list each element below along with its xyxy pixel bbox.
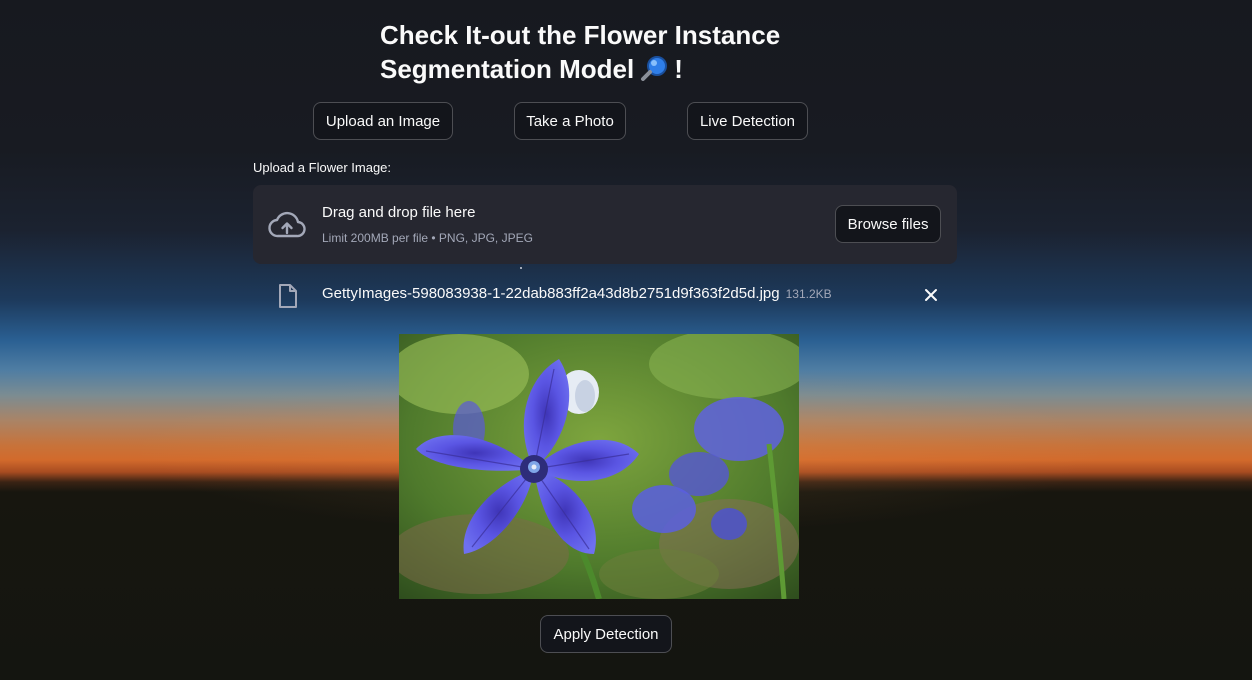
file-name-text: GettyImages-598083938-1-22dab883ff2a43d8… <box>322 285 780 302</box>
file-icon <box>277 283 299 309</box>
title-line-1: Check It-out the Flower Instance <box>380 20 781 50</box>
flower-image-preview <box>399 334 799 599</box>
title-suffix: ! <box>674 54 683 84</box>
divider-dot <box>520 267 522 269</box>
take-photo-button[interactable]: Take a Photo <box>514 102 626 140</box>
page-title: Check It-out the Flower Instance Segment… <box>380 18 800 89</box>
browse-files-button[interactable]: Browse files <box>835 205 941 243</box>
cloud-upload-icon <box>267 209 307 241</box>
upload-image-button[interactable]: Upload an Image <box>313 102 453 140</box>
close-icon[interactable] <box>921 285 941 305</box>
dropzone-title: Drag and drop file here <box>322 204 476 221</box>
magnifier-icon <box>640 55 670 89</box>
file-size: 131.2KB <box>785 287 832 301</box>
file-name: GettyImages-598083938-1-22dab883ff2a43d8… <box>322 285 832 302</box>
title-line-2: Segmentation Model ! <box>380 52 800 89</box>
apply-detection-button[interactable]: Apply Detection <box>540 615 672 653</box>
live-detection-button[interactable]: Live Detection <box>687 102 808 140</box>
uploaded-file-row: GettyImages-598083938-1-22dab883ff2a43d8… <box>253 279 957 311</box>
file-dropzone[interactable]: Drag and drop file here Limit 200MB per … <box>253 185 957 264</box>
uploader-label: Upload a Flower Image: <box>253 160 392 175</box>
title-line-2-text: Segmentation Model <box>380 54 635 84</box>
dropzone-limit-text: Limit 200MB per file • PNG, JPG, JPEG <box>322 231 533 245</box>
